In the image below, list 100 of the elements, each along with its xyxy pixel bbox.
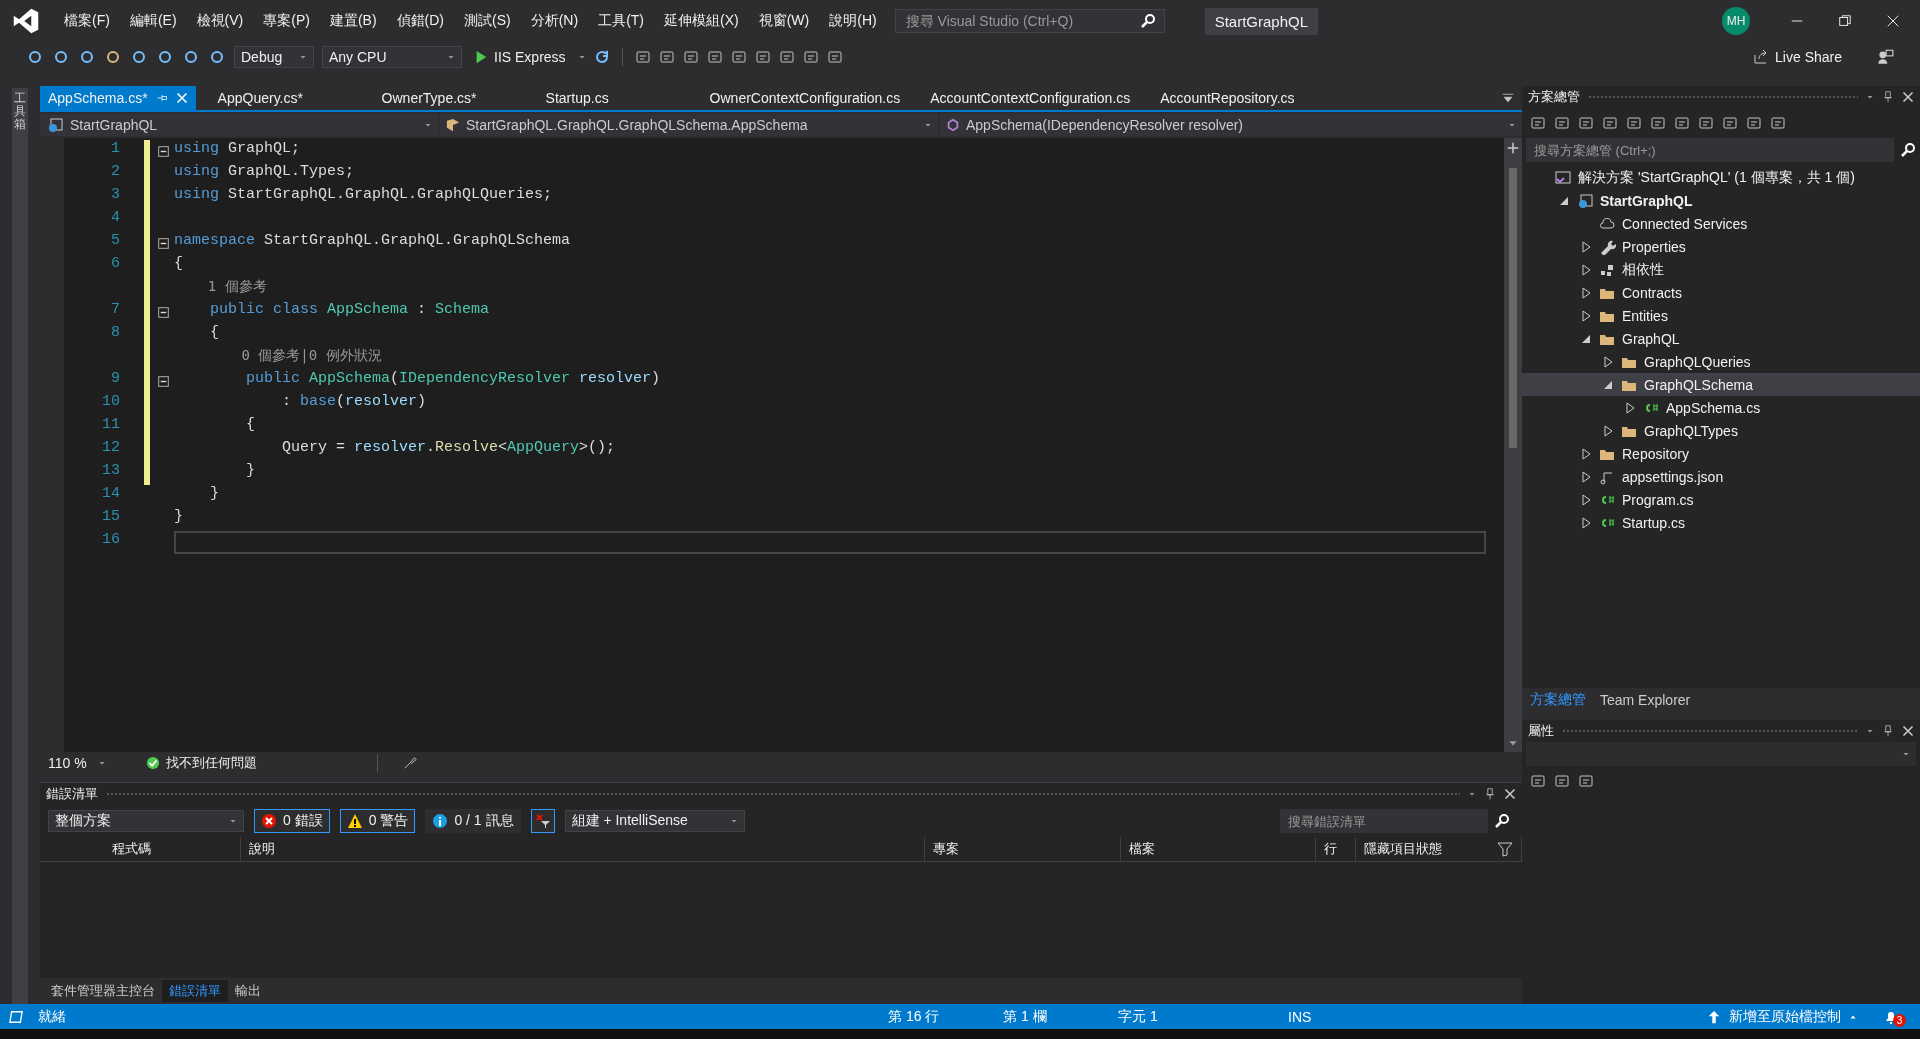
vertical-scrollbar[interactable] <box>1504 138 1522 752</box>
menu-item[interactable]: 測試(S) <box>454 8 521 34</box>
tree-item[interactable]: AppSchema.cs <box>1522 396 1920 419</box>
menu-item[interactable]: 專案(P) <box>253 8 320 34</box>
tree-item[interactable]: StartGraphQL <box>1522 189 1920 212</box>
notifications-button[interactable]: 3 <box>1883 1006 1906 1027</box>
tree-item[interactable]: Contracts <box>1522 281 1920 304</box>
menu-item[interactable]: 檢視(V) <box>186 8 254 34</box>
restore-icon[interactable] <box>1838 14 1852 28</box>
solution-search-field[interactable]: 搜尋方案總管 (Ctrl+;) <box>1526 138 1894 162</box>
filter-clear-button[interactable] <box>530 809 555 833</box>
menu-item[interactable]: 檔案(F) <box>54 8 120 34</box>
document-tab[interactable]: OwnerType.cs* <box>373 86 524 110</box>
caret-icon[interactable] <box>577 53 586 61</box>
document-tab[interactable]: AccountContextConfiguration.cs <box>922 86 1139 110</box>
tree-item[interactable]: GraphQLSchema <box>1522 373 1920 396</box>
close-icon[interactable] <box>1504 788 1516 800</box>
reference-count[interactable]: 0 個參考|0 例外狀況 <box>174 347 1504 370</box>
user-avatar[interactable]: MH <box>1722 7 1750 35</box>
expand-arrow-icon[interactable] <box>1580 516 1592 529</box>
expand-arrow-icon[interactable] <box>1602 355 1614 368</box>
tree-item[interactable]: 相依性 <box>1522 258 1920 281</box>
column-header[interactable]: 檔案 <box>1120 837 1317 861</box>
menu-item[interactable]: 工具(T) <box>588 8 654 34</box>
panel-tab[interactable]: 錯誤清單 <box>162 980 228 1002</box>
expand-arrow-icon[interactable] <box>1580 240 1592 253</box>
menu-item[interactable]: 延伸模組(X) <box>654 8 749 34</box>
scrollbar-thumb[interactable] <box>1509 168 1517 448</box>
document-tab[interactable]: OwnerContextConfiguration.cs <box>701 86 909 110</box>
live-share-button[interactable]: Live Share <box>1749 47 1846 67</box>
messages-filter-button[interactable]: 0 / 1 訊息 <box>425 809 521 833</box>
column-header[interactable]: 行 <box>1316 837 1356 861</box>
tree-item[interactable]: GraphQLQueries <box>1522 350 1920 373</box>
zoom-dropdown[interactable]: 110 % <box>42 752 112 774</box>
tree-item[interactable]: Connected Services <box>1522 212 1920 235</box>
feedback-icon[interactable] <box>1876 48 1894 66</box>
column-header[interactable]: 專案 <box>925 837 1121 861</box>
document-tab[interactable]: AppQuery.cs* <box>209 86 360 110</box>
reference-count[interactable]: 1 個參考 <box>174 278 1504 301</box>
caret-icon[interactable] <box>1866 93 1874 101</box>
pin-icon[interactable] <box>155 92 168 104</box>
column-header[interactable]: 程式碼 <box>104 837 242 861</box>
caret-icon[interactable] <box>1508 121 1516 129</box>
caret-icon[interactable] <box>729 817 738 825</box>
menu-item[interactable]: 說明(H) <box>819 8 887 34</box>
expand-arrow-icon[interactable] <box>1602 424 1614 437</box>
issues-status[interactable]: 找不到任何問題 <box>146 754 257 772</box>
expand-arrow-icon[interactable] <box>1580 286 1592 299</box>
menu-item[interactable]: 分析(N) <box>520 8 589 34</box>
search-field[interactable]: 搜尋 Visual Studio (Ctrl+Q) <box>894 9 1165 33</box>
search-icon[interactable] <box>1139 13 1156 29</box>
caret-icon[interactable] <box>924 121 932 129</box>
expand-arrow-icon[interactable] <box>1624 401 1636 414</box>
caret-icon[interactable] <box>299 53 307 61</box>
configuration-dropdown[interactable]: Debug <box>234 46 314 68</box>
caret-icon[interactable] <box>1866 727 1874 735</box>
source-control-button[interactable]: 新增至原始檔控制 <box>1707 1007 1857 1026</box>
caret-icon[interactable] <box>424 121 432 129</box>
caret-icon[interactable] <box>98 759 106 767</box>
toolbox-tab[interactable]: 工具箱 <box>12 88 28 1004</box>
errors-filter-button[interactable]: 0 錯誤 <box>254 809 330 833</box>
warnings-filter-button[interactable]: 0 警告 <box>339 809 416 833</box>
tree-item[interactable]: Properties <box>1522 235 1920 258</box>
pin-icon[interactable] <box>1484 788 1496 800</box>
run-button[interactable]: IIS Express <box>470 47 570 67</box>
document-tab[interactable]: AccountRepository.cs <box>1152 86 1303 110</box>
tree-item[interactable]: Repository <box>1522 442 1920 465</box>
tree-item[interactable]: Program.cs <box>1522 488 1920 511</box>
collapse-icon[interactable] <box>158 376 169 387</box>
document-tab[interactable]: AppSchema.cs* <box>40 86 196 110</box>
close-icon[interactable] <box>1902 725 1914 737</box>
menu-item[interactable]: 視窗(W) <box>748 8 820 34</box>
collapse-icon[interactable] <box>158 146 169 157</box>
split-icon[interactable] <box>1507 142 1519 154</box>
platform-dropdown[interactable]: Any CPU <box>322 46 462 68</box>
project-dropdown[interactable]: StartGraphQL <box>40 114 438 136</box>
close-icon[interactable] <box>1902 91 1914 103</box>
tree-item[interactable]: 解決方案 'StartGraphQL' (1 個專案，共 1 個) <box>1522 166 1920 189</box>
scroll-down-icon[interactable] <box>1508 738 1518 748</box>
tree-item[interactable]: Entities <box>1522 304 1920 327</box>
expand-arrow-icon[interactable] <box>1580 493 1592 506</box>
panel-tab[interactable]: 套件管理器主控台 <box>44 980 162 1002</box>
type-dropdown[interactable]: StartGraphQL.GraphQL.GraphQLSchema.AppSchema <box>440 114 938 136</box>
panel-tab[interactable]: 方案總管 <box>1526 689 1590 711</box>
refresh-icon[interactable] <box>593 49 610 65</box>
member-dropdown[interactable]: AppSchema(IDependencyResolver resolver) <box>940 114 1522 136</box>
expand-arrow-icon[interactable] <box>1580 263 1592 276</box>
tree-item[interactable]: GraphQL <box>1522 327 1920 350</box>
panel-tab[interactable]: 輸出 <box>228 980 268 1002</box>
tree-item[interactable]: GraphQLTypes <box>1522 419 1920 442</box>
menu-item[interactable]: 編輯(E) <box>119 8 187 34</box>
column-header[interactable]: 說明 <box>241 837 926 861</box>
expand-arrow-icon[interactable] <box>1580 470 1592 483</box>
brush-icon[interactable] <box>402 756 418 770</box>
caret-icon[interactable] <box>1468 790 1476 798</box>
expand-arrow-icon[interactable] <box>1580 309 1592 322</box>
collapse-icon[interactable] <box>158 238 169 249</box>
filter-icon[interactable] <box>1497 841 1513 857</box>
pin-icon[interactable] <box>1882 725 1894 737</box>
caret-icon[interactable] <box>229 817 237 825</box>
